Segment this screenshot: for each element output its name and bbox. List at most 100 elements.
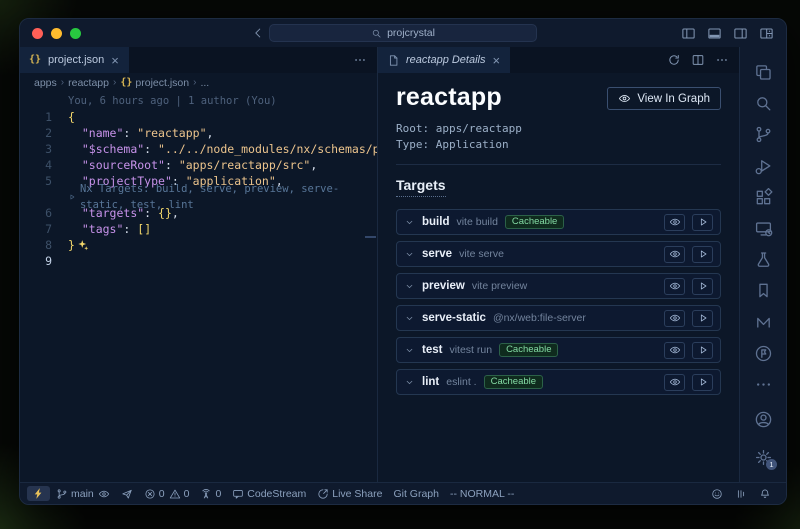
status-part: 0 xyxy=(169,488,190,500)
target-name: test xyxy=(422,344,442,356)
customize-layout-icon[interactable] xyxy=(759,26,774,41)
status-item-vim-mode[interactable]: -- NORMAL -- xyxy=(445,487,519,501)
editor-actions-more-icon[interactable] xyxy=(353,53,367,67)
activity-item-search[interactable] xyxy=(740,88,786,119)
close-tab-icon[interactable]: × xyxy=(492,54,502,67)
json-file-icon: {} xyxy=(120,77,132,88)
editor-actions-more-icon[interactable] xyxy=(715,53,729,67)
target-run-button[interactable] xyxy=(692,214,713,231)
view-in-graph-button[interactable]: View In Graph xyxy=(607,87,721,110)
line-number: 5 xyxy=(20,173,68,189)
status-item-git-graph[interactable]: Git Graph xyxy=(388,487,444,501)
target-row-preview[interactable]: previewvite preview xyxy=(396,273,721,299)
chevron-down-icon xyxy=(404,249,415,260)
target-view-button[interactable] xyxy=(664,374,685,391)
tab-project-json[interactable]: {} project.json × xyxy=(20,47,130,73)
command-center-search[interactable]: projcrystal xyxy=(269,24,537,42)
split-editor-icon[interactable] xyxy=(691,53,705,67)
activity-item-bookmarks[interactable] xyxy=(740,275,786,306)
status-item-editor-indent[interactable] xyxy=(730,487,752,501)
breadcrumb-item[interactable]: ... xyxy=(200,77,209,89)
activity-item-nx-console[interactable] xyxy=(740,307,786,338)
target-run-button[interactable] xyxy=(692,374,713,391)
line-number: 4 xyxy=(20,157,68,173)
breadcrumb-item[interactable]: apps xyxy=(34,77,57,89)
type-label: Type: xyxy=(396,138,429,151)
testing-icon xyxy=(754,250,773,269)
activity-item-project-manager[interactable] xyxy=(740,338,786,369)
cacheable-badge: Cacheable xyxy=(505,215,564,230)
back-icon[interactable] xyxy=(251,26,265,40)
activity-item-account[interactable] xyxy=(740,400,786,438)
breadcrumb-item[interactable]: reactapp xyxy=(68,77,109,89)
target-row-serve[interactable]: servevite serve xyxy=(396,241,721,267)
toggle-sidebar-icon[interactable] xyxy=(681,26,696,41)
status-item-publish[interactable] xyxy=(116,487,138,501)
extensions-icon xyxy=(754,188,773,207)
status-part xyxy=(121,488,133,500)
target-view-button[interactable] xyxy=(664,214,685,231)
status-part: Git Graph xyxy=(393,488,439,500)
activity-item-remote-explorer[interactable] xyxy=(740,213,786,244)
target-row-build[interactable]: buildvite buildCacheable xyxy=(396,209,721,235)
close-window-button[interactable] xyxy=(32,28,43,39)
target-name: build xyxy=(422,216,449,228)
target-view-button[interactable] xyxy=(664,310,685,327)
activity-item-testing[interactable] xyxy=(740,244,786,275)
activity-item-more[interactable] xyxy=(740,369,786,400)
activity-item-extensions[interactable] xyxy=(740,182,786,213)
target-name: lint xyxy=(422,376,439,388)
breadcrumb-separator: › xyxy=(61,77,64,88)
minimize-window-button[interactable] xyxy=(51,28,62,39)
status-part xyxy=(759,488,771,500)
target-run-button[interactable] xyxy=(692,278,713,295)
status-part: Live Share xyxy=(317,488,382,500)
code-line: 8} xyxy=(20,237,377,253)
target-view-button[interactable] xyxy=(664,246,685,263)
eye-icon xyxy=(669,216,681,228)
status-item-codestream[interactable]: CodeStream xyxy=(227,487,311,501)
breadcrumb-item[interactable]: {}project.json xyxy=(120,77,189,89)
nx-targets-codelens[interactable]: Nx Targets: build, serve, preview, serve… xyxy=(68,189,377,205)
source-control-icon xyxy=(754,125,773,144)
target-row-lint[interactable]: linteslint .Cacheable xyxy=(396,369,721,395)
status-item-live-share[interactable]: Live Share xyxy=(312,487,387,501)
activity-item-settings[interactable]: 1 xyxy=(740,438,786,476)
search-value: projcrystal xyxy=(387,27,435,39)
settings-badge: 1 xyxy=(766,459,777,470)
status-item-remote-indicator[interactable] xyxy=(27,486,50,501)
target-run-button[interactable] xyxy=(692,310,713,327)
status-label: main xyxy=(71,488,94,500)
target-run-button[interactable] xyxy=(692,342,713,359)
error-icon xyxy=(144,488,156,500)
tab-reactapp-details[interactable]: reactapp Details × xyxy=(378,47,511,73)
zoom-window-button[interactable] xyxy=(70,28,81,39)
activity-item-files[interactable] xyxy=(740,57,786,88)
target-row-test[interactable]: testvitest runCacheable xyxy=(396,337,721,363)
editor-scrollbar[interactable] xyxy=(365,236,376,238)
target-view-button[interactable] xyxy=(664,342,685,359)
toggle-secondary-sidebar-icon[interactable] xyxy=(733,26,748,41)
status-item-ports[interactable]: 0 xyxy=(195,487,226,501)
close-tab-icon[interactable]: × xyxy=(110,54,120,67)
cacheable-badge: Cacheable xyxy=(484,375,543,390)
activity-item-run-debug[interactable] xyxy=(740,151,786,182)
status-label: 0 xyxy=(184,488,190,500)
target-row-serve-static[interactable]: serve-static@nx/web:file-server xyxy=(396,305,721,331)
target-name: preview xyxy=(422,280,465,292)
cacheable-badge: Cacheable xyxy=(499,343,558,358)
chevron-down-icon xyxy=(404,217,415,228)
status-part: CodeStream xyxy=(232,488,306,500)
activity-item-source-control[interactable] xyxy=(740,119,786,150)
target-run-button[interactable] xyxy=(692,246,713,263)
status-item-feedback[interactable] xyxy=(706,487,728,501)
refresh-icon[interactable] xyxy=(667,53,681,67)
target-view-button[interactable] xyxy=(664,278,685,295)
search-icon xyxy=(754,94,773,113)
code-editor[interactable]: You, 6 hours ago | 1 author (You)1{2 "na… xyxy=(20,92,377,482)
status-item-problems[interactable]: 00 xyxy=(139,487,195,501)
toggle-panel-icon[interactable] xyxy=(707,26,722,41)
chevron-down-icon xyxy=(404,281,415,292)
status-item-git-branch[interactable]: main xyxy=(51,487,115,501)
status-item-notifications[interactable] xyxy=(754,487,776,501)
